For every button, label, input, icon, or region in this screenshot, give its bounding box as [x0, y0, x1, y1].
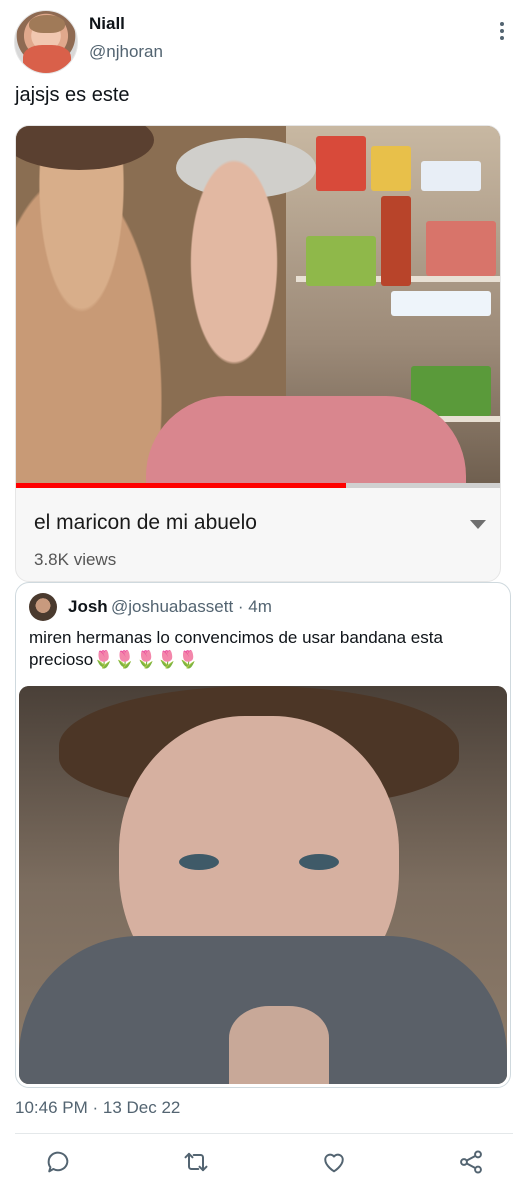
more-vertical-icon[interactable] [494, 20, 510, 44]
author-name[interactable]: Niall [89, 14, 125, 34]
quoted-author-name: Josh [68, 597, 108, 616]
video-card[interactable]: el maricon de mi abuelo 3.8K views [15, 125, 501, 582]
action-bar [0, 1140, 528, 1184]
video-progress-bar[interactable] [16, 483, 500, 488]
quoted-tweet-text: miren hermanas lo convencimos de usar ba… [29, 628, 443, 669]
video-views: 3.8K views [34, 550, 117, 569]
reply-icon[interactable] [44, 1148, 72, 1176]
divider [15, 1133, 513, 1134]
quoted-avatar[interactable] [29, 593, 57, 621]
video-thumbnail[interactable] [16, 126, 500, 488]
quoted-tweet[interactable]: Josh @joshuabassett · 4m miren hermanas … [15, 582, 511, 1088]
tweet-text: jajsjs es este [15, 84, 130, 106]
chevron-down-icon[interactable] [470, 520, 486, 529]
video-title: el maricon de mi abuelo [34, 511, 257, 534]
quoted-handle-time: @joshuabassett · 4m [111, 597, 272, 616]
tweet-timestamp[interactable]: 10:46 PM · 13 Dec 22 [15, 1098, 180, 1118]
retweet-icon[interactable] [182, 1148, 210, 1176]
share-icon[interactable] [457, 1148, 485, 1176]
author-avatar[interactable] [14, 10, 78, 74]
quoted-photo[interactable] [19, 686, 507, 1084]
author-handle[interactable]: @njhoran [89, 42, 163, 62]
like-icon[interactable] [320, 1148, 348, 1176]
tweet-header: Niall @njhoran [0, 0, 528, 80]
